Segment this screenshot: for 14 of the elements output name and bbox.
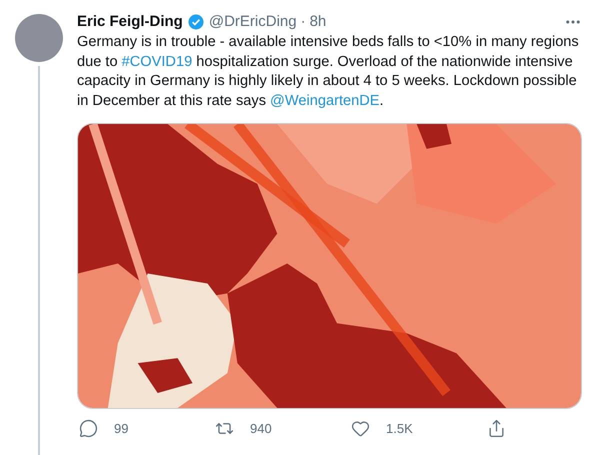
separator-dot: ·	[300, 12, 306, 32]
mention-link[interactable]: @WeingartenDE	[270, 92, 380, 108]
hashtag-link[interactable]: #COVID19	[122, 54, 192, 70]
avatar[interactable]	[15, 14, 63, 62]
action-count: 940	[250, 420, 272, 438]
action-count: 99	[114, 420, 128, 438]
like-icon[interactable]	[351, 419, 370, 438]
tweet-time[interactable]: 8h	[310, 12, 326, 32]
reply-icon[interactable]	[79, 419, 98, 438]
author-name[interactable]: Eric Feigl-Ding	[77, 12, 183, 32]
author-handle[interactable]: @DrEricDing	[208, 12, 297, 32]
share-icon[interactable]	[487, 419, 506, 438]
tweet-text: Germany is in trouble - available intensive beds falls to <10% in many regions due to #COVID19 hospitalization surge. Overload of the nationwide intensive capacity in Germany is highly likely in about 4 to 5 weeks. Lockdown possible in December at this rate says @WeingartenDE.	[77, 33, 580, 110]
action-count: 1.5K	[386, 420, 413, 438]
